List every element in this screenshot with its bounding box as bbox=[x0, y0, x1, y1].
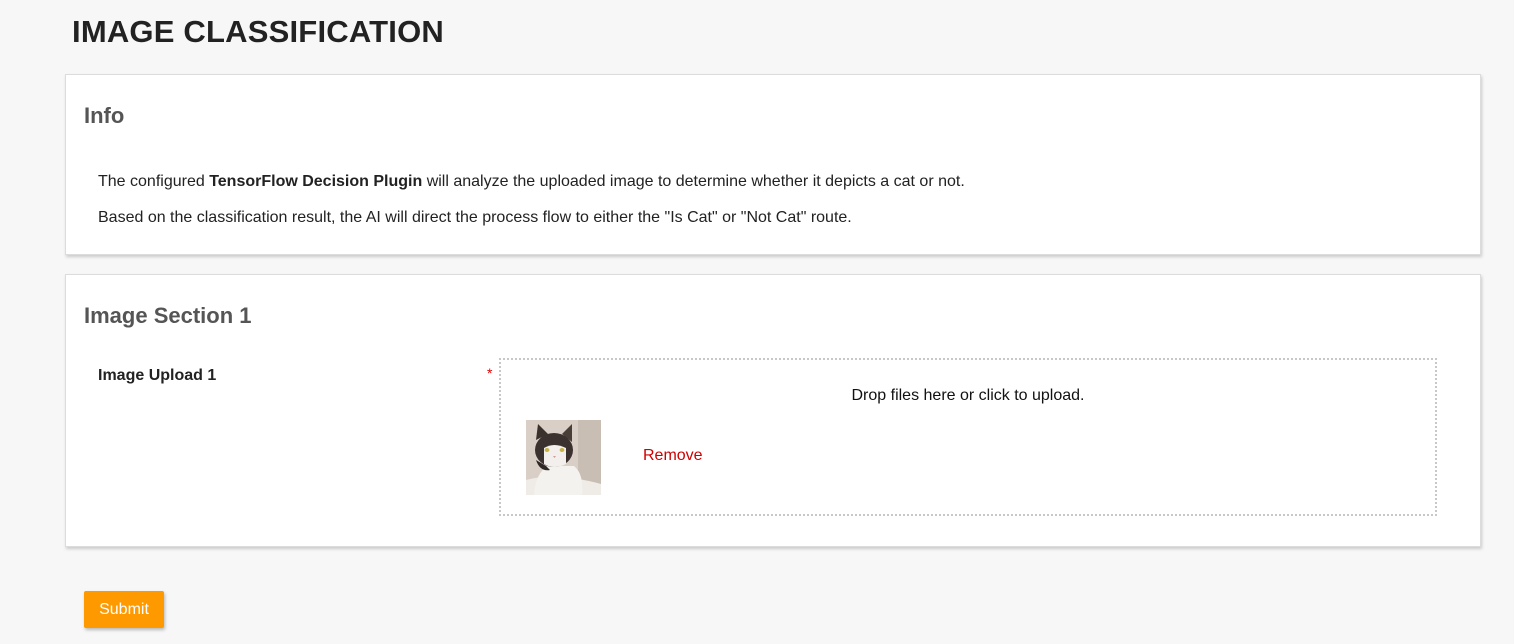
image-upload-label: Image Upload 1 bbox=[98, 367, 217, 384]
dropzone-instructions: Drop files here or click to upload. bbox=[851, 387, 1085, 404]
image-upload-dropzone[interactable]: Drop files here or click to upload. Remo… bbox=[499, 358, 1437, 516]
plugin-name: TensorFlow Decision Plugin bbox=[209, 173, 423, 190]
uploaded-image-thumbnail bbox=[526, 420, 601, 495]
image-section-heading: Image Section 1 bbox=[84, 303, 252, 328]
info-line-1-prefix: The configured bbox=[98, 173, 210, 190]
info-panel: Info The configured TensorFlow Decision … bbox=[65, 74, 1481, 255]
info-line-1-suffix: will analyze the uploaded image to deter… bbox=[422, 173, 965, 190]
remove-file-link[interactable]: Remove bbox=[643, 447, 703, 465]
cat-photo-icon bbox=[526, 420, 601, 495]
required-asterisk: * bbox=[487, 365, 493, 381]
info-description-line-1: The configured TensorFlow Decision Plugi… bbox=[98, 173, 965, 191]
info-description-line-2: Based on the classification result, the … bbox=[98, 209, 852, 226]
info-heading: Info bbox=[84, 103, 125, 128]
submit-button[interactable]: Submit bbox=[84, 591, 164, 628]
image-section-panel: Image Section 1 Image Upload 1 * Drop fi… bbox=[65, 274, 1481, 547]
page-title: IMAGE CLASSIFICATION bbox=[72, 14, 444, 49]
